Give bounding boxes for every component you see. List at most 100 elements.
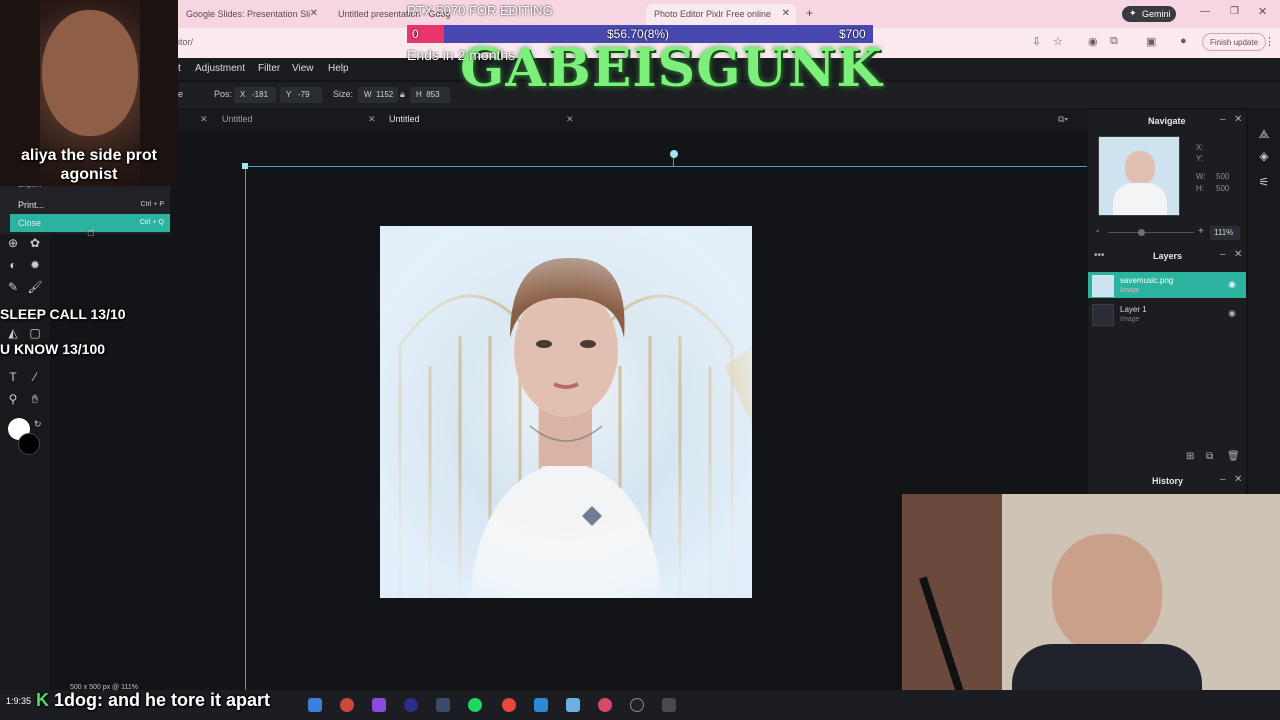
pos-x-field[interactable]: X -181	[234, 87, 276, 103]
taskbar-app-icon[interactable]	[308, 698, 322, 712]
portrait-image	[380, 226, 752, 598]
menu-help[interactable]: Help	[328, 63, 349, 74]
y-value: -79	[298, 90, 310, 99]
layer-type: Image	[1120, 316, 1140, 323]
chat-logo-icon: K	[36, 690, 54, 710]
menu-item-print[interactable]: Print... Ctrl + P	[10, 196, 170, 214]
chrome-icon[interactable]	[340, 698, 354, 712]
tab-pixlr[interactable]: Photo Editor Pixlr Free online ✕	[646, 4, 796, 26]
extensions-icon[interactable]: ⧉	[1110, 35, 1118, 48]
layer-row-layer1[interactable]: Layer 1 Image ◉	[1088, 301, 1246, 327]
menu-adjustment[interactable]: Adjustment	[195, 63, 245, 74]
grid-tool-icon[interactable]: ⊕	[5, 235, 21, 251]
duplicate-layer-icon[interactable]: ⧉	[1206, 451, 1213, 462]
url-field[interactable]: itor/	[178, 37, 193, 47]
adjust-panel-icon[interactable]: ⚟	[1256, 174, 1272, 190]
close-icon[interactable]: ✕	[310, 8, 318, 19]
obs-icon[interactable]	[404, 698, 418, 712]
dodge-tool-icon[interactable]: ◐	[5, 257, 21, 273]
delete-layer-icon[interactable]: 🗑︎	[1227, 451, 1240, 462]
swap-colors-icon[interactable]: ↻	[34, 419, 42, 430]
y-label: Y	[286, 90, 292, 99]
chat-text: : and he tore it apart	[97, 690, 271, 710]
close-panel-icon[interactable]: ✕	[1234, 474, 1242, 485]
app-icon[interactable]	[534, 698, 548, 712]
layers-panel-icon[interactable]: ◈	[1256, 148, 1272, 164]
hand-tool-icon[interactable]: ✋︎	[27, 391, 43, 407]
doc-tab-1[interactable]: Untitled	[222, 114, 253, 124]
nav-h-label: H:	[1196, 184, 1204, 193]
close-panel-icon[interactable]: ✕	[1234, 249, 1242, 260]
add-layer-icon[interactable]: ⊞	[1186, 451, 1194, 462]
finish-update-button[interactable]: Finish update	[1202, 33, 1266, 51]
eye-icon[interactable]: ◉	[1228, 279, 1236, 290]
fill-tool-icon[interactable]: ◭	[5, 325, 21, 341]
minimize-icon[interactable]: —	[1200, 6, 1210, 17]
star-icon[interactable]: ☆	[1053, 35, 1063, 48]
menu-view[interactable]: View	[292, 63, 314, 74]
files-icon[interactable]	[566, 698, 580, 712]
avatar[interactable]: ●	[1180, 35, 1187, 47]
zoom-slider[interactable]	[1108, 232, 1194, 233]
pos-y-field[interactable]: Y -79	[280, 87, 322, 103]
close-icon[interactable]: ✕	[782, 8, 790, 19]
cam-title: aliya the side prot agonist	[20, 147, 158, 183]
new-tab-icon[interactable]: +	[806, 6, 813, 20]
lock-icon[interactable]: 🔒︎	[400, 89, 405, 100]
text-tool-icon[interactable]: T	[5, 369, 21, 385]
rotate-handle-stem	[673, 158, 674, 167]
zoom-tool-icon[interactable]: ⚲	[5, 391, 21, 407]
pen-tool-icon[interactable]: ✎	[5, 279, 21, 295]
zoom-out-button[interactable]: -	[1096, 226, 1099, 237]
steam-icon[interactable]	[436, 698, 450, 712]
browser-icon[interactable]	[502, 698, 516, 712]
menu-filter[interactable]: Filter	[258, 63, 280, 74]
gemini-button[interactable]: ✦ Gemini	[1122, 6, 1176, 22]
arrange-icon[interactable]: ⧉▾	[1058, 114, 1068, 125]
eyedropper-icon[interactable]: ⁄	[27, 369, 43, 385]
close-icon[interactable]: ✕	[566, 114, 574, 125]
rss-icon[interactable]: ◉	[1088, 35, 1098, 48]
more-options-icon[interactable]: •••	[1094, 250, 1105, 261]
sponge-tool-icon[interactable]: ✹	[27, 257, 43, 273]
close-window-icon[interactable]: ✕	[1258, 5, 1267, 18]
layer-row-savemusic[interactable]: savemusic.png Image ◉	[1088, 272, 1246, 298]
corner-handle[interactable]	[242, 163, 248, 169]
eye-icon[interactable]: ◉	[1228, 308, 1236, 319]
tab-google-slides[interactable]: Google Slides: Presentation Sli ✕	[178, 4, 324, 26]
cam-face	[1052, 534, 1162, 654]
w-label: W	[364, 90, 372, 99]
app-icon[interactable]	[598, 698, 612, 712]
minimize-panel-icon[interactable]: –	[1220, 474, 1226, 485]
height-field[interactable]: H 853	[410, 87, 450, 103]
minimize-panel-icon[interactable]: –	[1220, 114, 1226, 125]
layer-type: Image	[1120, 287, 1140, 294]
close-icon[interactable]: ✕	[368, 114, 376, 125]
navigate-panel-icon[interactable]: ⟁	[1256, 126, 1272, 142]
width-field[interactable]: W 1152	[358, 87, 398, 103]
pos-label: Pos:	[214, 89, 233, 99]
sidebar-icon[interactable]: ▣	[1146, 35, 1156, 48]
zoom-slider-thumb[interactable]	[1138, 229, 1145, 236]
layer-image[interactable]	[380, 226, 752, 598]
twitch-icon[interactable]	[372, 698, 386, 712]
navigator-thumbnail[interactable]	[1098, 136, 1180, 216]
restore-icon[interactable]: ❐	[1230, 6, 1239, 17]
shape-tool-icon[interactable]: ▢	[27, 325, 43, 341]
zoom-in-button[interactable]: +	[1198, 226, 1204, 237]
zoom-level-field[interactable]: 111%	[1210, 226, 1240, 240]
install-icon[interactable]: ⇩	[1032, 35, 1041, 48]
minimize-panel-icon[interactable]: –	[1220, 249, 1226, 260]
doc-tab-2[interactable]: Untitled	[389, 114, 420, 124]
spotify-icon[interactable]	[468, 698, 482, 712]
background-color[interactable]	[18, 433, 40, 455]
close-panel-icon[interactable]: ✕	[1234, 114, 1242, 125]
brush-tool-icon[interactable]: 🖌︎	[27, 279, 43, 295]
more-menu-icon[interactable]: ⋮	[1264, 35, 1275, 48]
app-icon[interactable]	[630, 698, 644, 712]
close-icon[interactable]: ✕	[200, 114, 208, 125]
flower-tool-icon[interactable]: ✿	[27, 235, 43, 251]
app-icon[interactable]	[662, 698, 676, 712]
nav-x-label: X:	[1196, 143, 1204, 152]
rotate-handle[interactable]	[670, 150, 678, 158]
